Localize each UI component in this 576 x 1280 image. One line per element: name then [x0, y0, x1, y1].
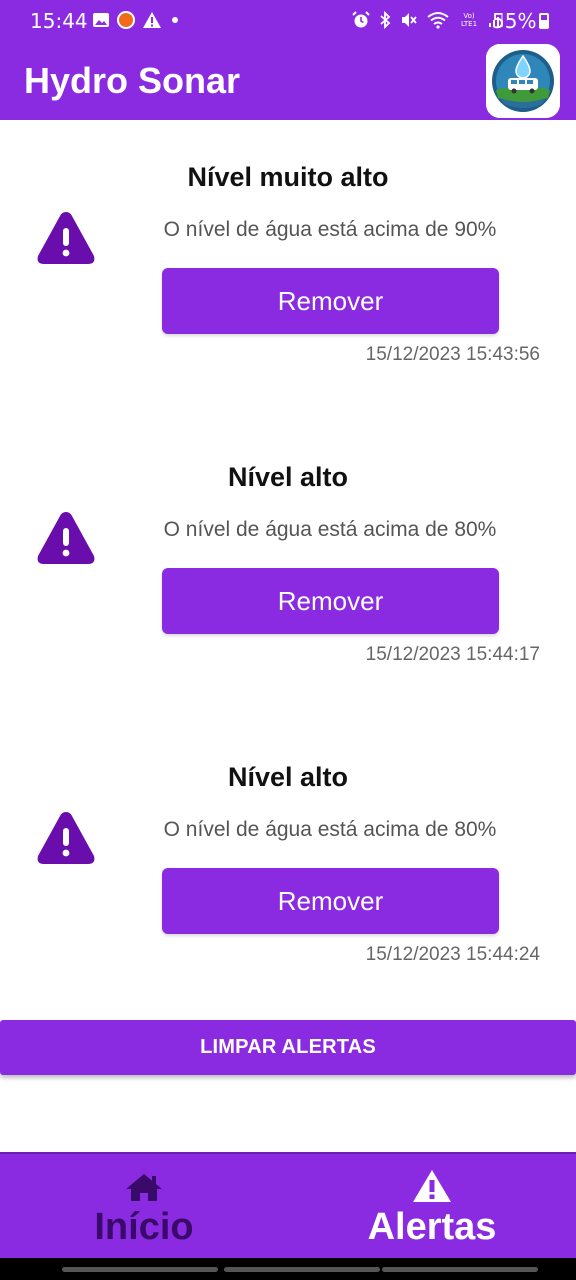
gesture-pill — [224, 1267, 380, 1272]
battery-indicator: 55% — [492, 9, 550, 33]
gallery-icon — [93, 13, 109, 27]
wifi-icon — [427, 12, 449, 29]
app-logo — [486, 44, 560, 118]
system-gesture-bar — [0, 1258, 576, 1280]
alert-message: O nível de água está acima de 80% — [163, 818, 497, 841]
mute-icon — [402, 13, 417, 27]
status-right-icons: Vo) LTE1 — [352, 11, 504, 29]
nav-home-label: Início — [94, 1206, 194, 1248]
remove-alert-button[interactable]: Remover — [162, 568, 499, 634]
app-title: Hydro Sonar — [24, 60, 241, 101]
alert-timestamp: 15/12/2023 15:43:56 — [365, 344, 540, 365]
home-icon — [126, 1174, 162, 1201]
nav-home-tab[interactable]: Início — [0, 1154, 288, 1260]
alert-card: Nível muito alto O nível de água está ac… — [0, 162, 576, 412]
screen: 15:44 Vo) LTE1 55% Hydro Sonar Nível mui… — [0, 0, 576, 1280]
warning-icon — [37, 212, 95, 264]
remove-alert-button[interactable]: Remover — [162, 868, 499, 934]
bottom-navigation: Início Alertas — [0, 1152, 576, 1258]
warning-icon — [413, 1170, 451, 1202]
clear-alerts-button[interactable]: LIMPAR ALERTAS — [0, 1020, 576, 1075]
alert-card: Nível alto O nível de água está acima de… — [0, 762, 576, 1012]
warning-icon — [37, 812, 95, 864]
alert-timestamp: 15/12/2023 15:44:17 — [365, 644, 540, 665]
alert-title: Nível alto — [227, 762, 349, 792]
volte-icon: Vo)LTE1 — [461, 12, 477, 28]
svg-text:Vo): Vo) — [463, 12, 475, 20]
alert-title: Nível alto — [227, 462, 349, 492]
app-bar: Hydro Sonar — [0, 42, 576, 120]
battery-percent: 55% — [492, 9, 537, 33]
gesture-pill — [62, 1267, 218, 1272]
nav-alerts-label: Alertas — [367, 1206, 497, 1248]
app-notification-icon — [117, 11, 135, 29]
warning-icon — [37, 512, 95, 564]
alert-message: O nível de água está acima de 80% — [163, 518, 497, 541]
nav-alerts-tab[interactable]: Alertas — [288, 1154, 576, 1260]
alert-message: O nível de água está acima de 90% — [163, 218, 497, 241]
remove-alert-button[interactable]: Remover — [162, 268, 499, 334]
status-left-icons — [92, 10, 182, 30]
status-bar: 15:44 Vo) LTE1 55% — [0, 0, 576, 42]
status-time: 15:44 — [30, 9, 88, 33]
bluetooth-icon — [380, 11, 391, 29]
gesture-pill — [382, 1267, 538, 1272]
alert-title: Nível muito alto — [187, 162, 389, 192]
battery-icon — [539, 13, 550, 29]
alarm-icon — [352, 11, 370, 28]
dot-icon — [172, 17, 178, 23]
alert-timestamp: 15/12/2023 15:44:24 — [365, 944, 540, 965]
alert-card: Nível alto O nível de água está acima de… — [0, 462, 576, 712]
warning-icon — [143, 12, 161, 28]
svg-text:LTE1: LTE1 — [461, 20, 477, 28]
hydro-sonar-logo-icon — [486, 44, 560, 118]
